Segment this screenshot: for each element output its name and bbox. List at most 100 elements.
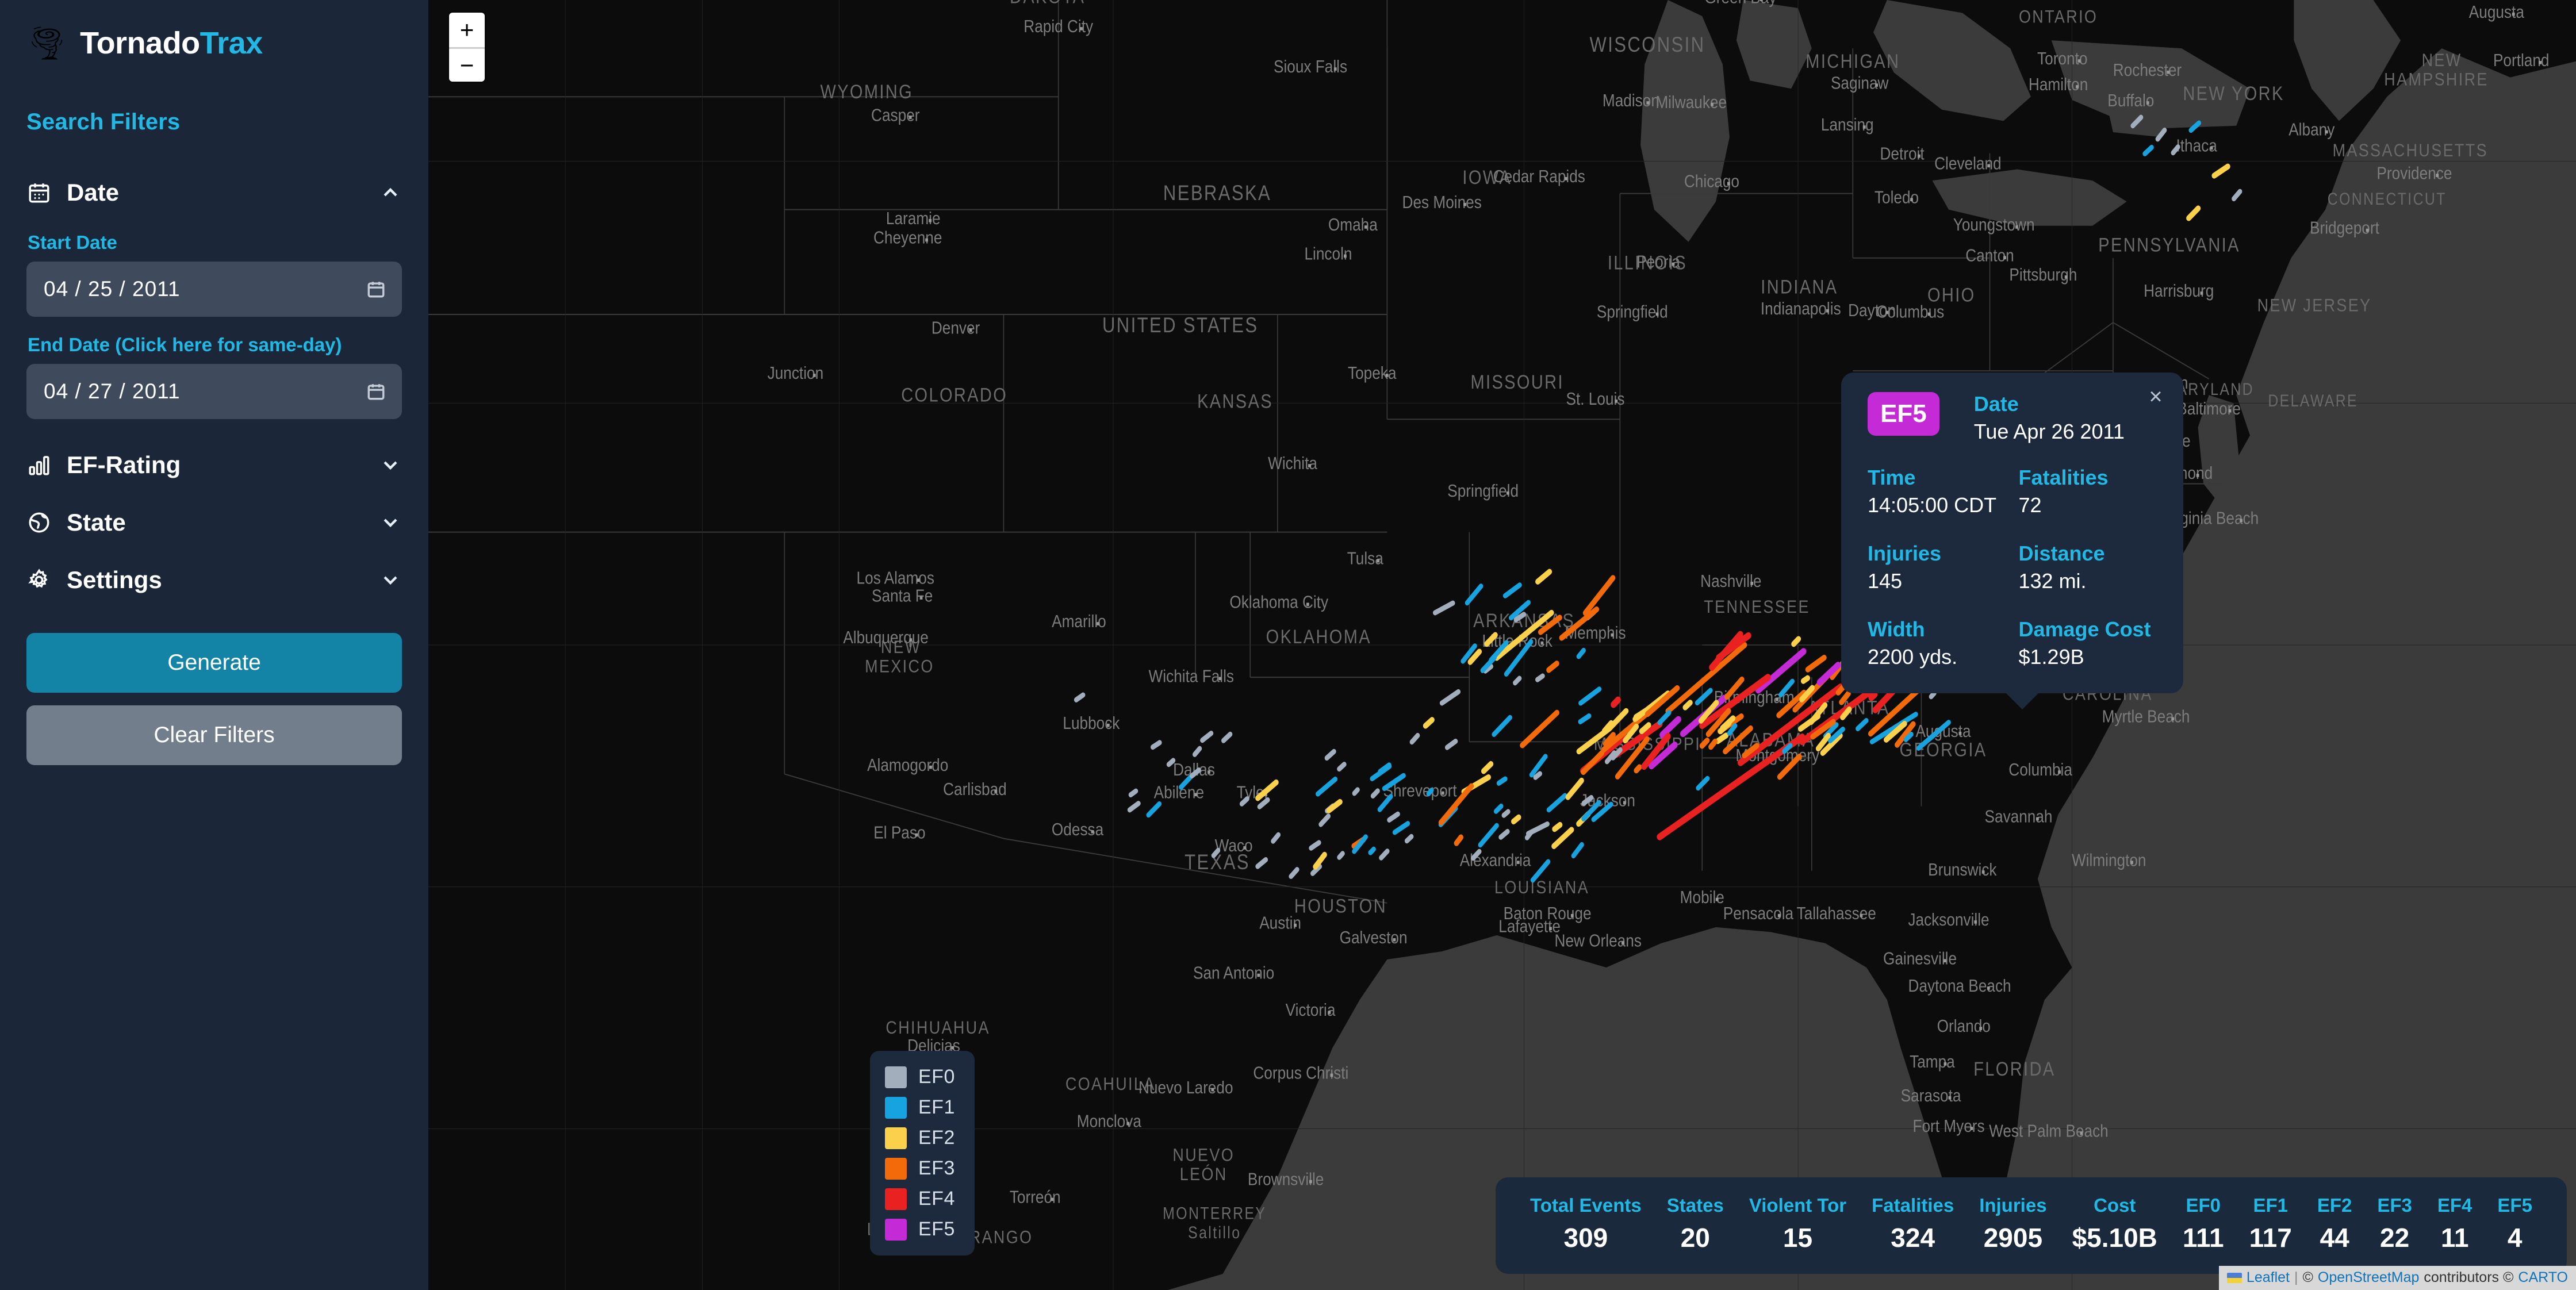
sidebar: 🌪 TornadoTrax Search Filters Date Start …: [0, 0, 428, 1290]
close-icon[interactable]: ×: [2143, 384, 2168, 409]
chevron-down-icon[interactable]: [379, 569, 402, 592]
tornado-track[interactable]: [1454, 834, 1464, 846]
map-city-dot: [1715, 897, 1719, 901]
map-city-dot: [2003, 256, 2006, 260]
leaflet-link[interactable]: Leaflet: [2247, 1269, 2290, 1286]
map-city-label: Wichita: [1268, 454, 1317, 473]
tornado-track[interactable]: [1552, 821, 1563, 832]
tornado-track[interactable]: [1513, 675, 1522, 686]
legend-item-ef2[interactable]: EF2: [885, 1127, 955, 1149]
filter-header-state[interactable]: State: [26, 494, 402, 551]
legend-item-ef0[interactable]: EF0: [885, 1066, 955, 1088]
stat-value: 111: [2182, 1223, 2224, 1253]
stat-states: States 20: [1654, 1195, 1736, 1253]
map-city-dot: [2228, 409, 2232, 413]
map-state-label: FLORIDA: [1973, 1058, 2055, 1080]
map-canvas[interactable]: .land{fill:#0c0c0c} .water{fill:#3b3b3b}…: [428, 0, 2576, 1290]
tornado-track[interactable]: [1699, 737, 1710, 749]
tornado-track[interactable]: [1426, 788, 1434, 797]
ef-rating-badge: EF5: [1868, 392, 1939, 436]
map-state-label: UNITED STATES: [1102, 313, 1258, 337]
tornado-track[interactable]: [1368, 846, 1376, 855]
ef-rating-legend: EF0 EF1 EF2 EF3 EF4 EF5: [870, 1051, 975, 1256]
popup-key-date: Date: [1973, 392, 2019, 416]
map-city-label: Monclova: [1077, 1112, 1141, 1131]
stat-key: EF0: [2186, 1195, 2221, 1216]
chevron-up-icon[interactable]: [379, 181, 402, 204]
carto-link[interactable]: CARTO: [2518, 1269, 2568, 1286]
map-city-label: Providence: [2376, 163, 2452, 183]
tornado-track[interactable]: [1337, 851, 1345, 860]
tornado-track[interactable]: [1868, 691, 1878, 701]
map-city-dot: [2171, 717, 2175, 721]
legend-item-ef3[interactable]: EF3: [885, 1157, 955, 1180]
legend-item-ef1[interactable]: EF1: [885, 1096, 955, 1119]
map-city-dot: [1885, 310, 1888, 314]
stat-cost: Cost $5.10B: [2060, 1195, 2170, 1253]
tornado-track[interactable]: [1404, 834, 1414, 844]
map-city-label: Odessa: [1052, 820, 1103, 839]
filter-header-date[interactable]: Date: [26, 164, 402, 221]
tornado-track[interactable]: [1682, 700, 1693, 711]
map-city-dot: [1862, 125, 1866, 129]
map-city-dot: [1106, 723, 1110, 727]
tornado-track[interactable]: [1337, 762, 1347, 772]
map-city-label: Chicago: [1684, 171, 1739, 191]
map-city-label: Tulsa: [1347, 549, 1383, 569]
openstreetmap-link[interactable]: OpenStreetMap: [2318, 1269, 2420, 1286]
map-city-label: Buffalo: [2107, 91, 2154, 110]
generate-button[interactable]: Generate: [26, 633, 402, 693]
map-zoom-control[interactable]: + −: [449, 13, 485, 82]
tornado-track[interactable]: [1611, 696, 1621, 708]
tornado-track[interactable]: [1708, 738, 1718, 750]
zoom-in-button[interactable]: +: [449, 13, 485, 47]
map-city-label: Canton: [1965, 245, 2014, 265]
map-container[interactable]: .land{fill:#0c0c0c} .water{fill:#3b3b3b}…: [428, 0, 2576, 1290]
stat-fatalities: Fatalities 324: [1859, 1195, 1966, 1253]
clear-filters-button[interactable]: Clear Filters: [26, 705, 402, 765]
map-city-dot: [1243, 846, 1247, 850]
stat-key: EF1: [2253, 1195, 2288, 1216]
legend-item-ef5[interactable]: EF5: [885, 1218, 955, 1241]
map-city-label: Daytona Beach: [1908, 976, 2011, 996]
map-city-label: Brownsville: [1248, 1170, 1324, 1189]
tornado-track[interactable]: [1929, 690, 1937, 700]
map-city-dot: [1308, 464, 1311, 467]
tornado-track[interactable]: [1352, 787, 1360, 796]
tornado-track[interactable]: [1533, 771, 1543, 780]
attribution-separator: |: [2294, 1269, 2298, 1285]
start-date-input[interactable]: 04 / 25 / 2011: [26, 262, 402, 317]
calendar-picker-icon[interactable]: [366, 279, 386, 299]
map-city-dot: [2130, 861, 2133, 864]
end-date-input[interactable]: 04 / 27 / 2011: [26, 364, 402, 419]
map-city-dot: [2058, 770, 2061, 774]
end-date-label[interactable]: End Date (Click here for same-day): [28, 334, 402, 356]
map-city-dot: [951, 1046, 954, 1050]
map-state-label: Saltillo: [1188, 1223, 1241, 1242]
calendar-picker-icon[interactable]: [366, 382, 386, 401]
popup-key-damage-cost: Damage Cost: [2018, 617, 2151, 641]
map-city-label: Fort Myers: [1912, 1116, 1984, 1136]
tornado-track[interactable]: [1511, 814, 1521, 825]
map-state-label: DAKOTA: [1010, 0, 1085, 7]
filter-header-settings[interactable]: Settings: [26, 551, 402, 609]
filter-header-ef-rating[interactable]: EF-Rating: [26, 436, 402, 494]
map-city-dot: [1393, 938, 1396, 942]
zoom-out-button[interactable]: −: [449, 47, 485, 82]
tornado-track[interactable]: [1800, 675, 1810, 684]
tornado-track[interactable]: [1791, 636, 1801, 647]
map-city-dot: [2539, 61, 2542, 64]
map-city-label: Torreón: [1010, 1188, 1061, 1207]
tornado-track[interactable]: [1535, 673, 1545, 682]
chevron-down-icon[interactable]: [379, 454, 402, 477]
tornado-track[interactable]: [1634, 764, 1642, 774]
tornado-track[interactable]: [1128, 788, 1138, 798]
tornado-track[interactable]: [1166, 758, 1176, 767]
map-city-dot: [1987, 164, 1991, 168]
legend-item-ef4[interactable]: EF4: [885, 1188, 955, 1210]
tornado-track[interactable]: [1501, 809, 1511, 818]
chevron-down-icon[interactable]: [379, 511, 402, 534]
map-city-dot: [1051, 1197, 1054, 1201]
map-city-dot: [2080, 1131, 2083, 1135]
legend-label: EF1: [918, 1096, 955, 1118]
